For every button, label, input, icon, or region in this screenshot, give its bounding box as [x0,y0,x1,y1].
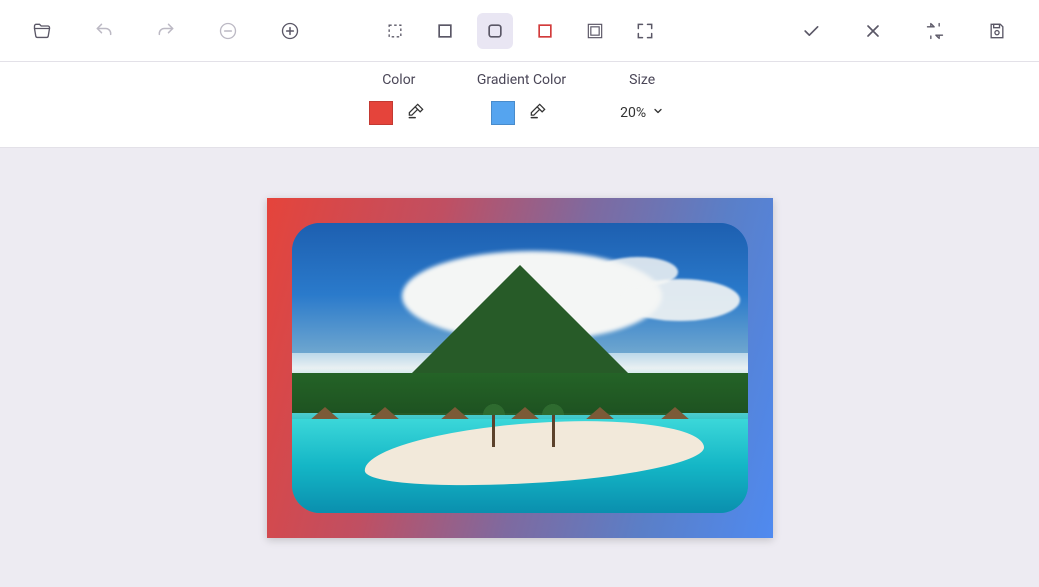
option-gradient-controls [491,98,551,128]
image-frame[interactable] [267,198,773,538]
add-button[interactable] [272,13,308,49]
eyedropper-icon [406,101,426,125]
check-icon [801,21,821,41]
option-color-label: Color [382,72,415,88]
option-gradient-label: Gradient Color [477,72,566,88]
option-color: Color [369,72,429,147]
frame-square-button[interactable] [427,13,463,49]
rounded-square-icon [485,21,505,41]
frame-double-button[interactable] [577,13,613,49]
image-preview [292,223,748,513]
redo-icon [156,21,176,41]
size-value: 20% [620,105,646,121]
compare-icon [925,21,945,41]
main-toolbar [0,0,1039,62]
canvas-area [0,148,1039,587]
plus-circle-icon [280,21,300,41]
toolbar-right-group [793,13,1015,49]
minus-circle-icon [218,21,238,41]
toolbar-frame-style-group [377,13,663,49]
redo-button[interactable] [148,13,184,49]
color-picker-button[interactable] [403,100,429,126]
option-size-label: Size [629,72,655,88]
outline-square-icon [535,21,555,41]
apply-button[interactable] [793,13,829,49]
option-size-controls: 20% [614,98,670,128]
compare-button[interactable] [917,13,953,49]
dashed-square-icon [385,21,405,41]
frame-rounded-button[interactable] [477,13,513,49]
toolbar-left-group [24,13,308,49]
close-icon [863,21,883,41]
option-color-controls [369,98,429,128]
double-square-icon [585,21,605,41]
frame-options-panel: Color Gradient Color Size 20% [0,62,1039,148]
folder-open-icon [32,21,52,41]
gradient-color-picker-button[interactable] [525,100,551,126]
eyedropper-icon [528,101,548,125]
caret-down-icon [652,105,664,121]
fit-screen-icon [635,21,655,41]
cancel-button[interactable] [855,13,891,49]
frame-none-button[interactable] [377,13,413,49]
save-icon [987,21,1007,41]
option-size: Size 20% [614,72,670,147]
frame-outline-button[interactable] [527,13,563,49]
open-button[interactable] [24,13,60,49]
square-icon [435,21,455,41]
remove-button[interactable] [210,13,246,49]
undo-icon [94,21,114,41]
fit-screen-button[interactable] [627,13,663,49]
color-swatch[interactable] [369,101,393,125]
option-gradient-color: Gradient Color [477,72,566,147]
gradient-color-swatch[interactable] [491,101,515,125]
size-dropdown[interactable]: 20% [614,101,670,125]
undo-button[interactable] [86,13,122,49]
save-button[interactable] [979,13,1015,49]
